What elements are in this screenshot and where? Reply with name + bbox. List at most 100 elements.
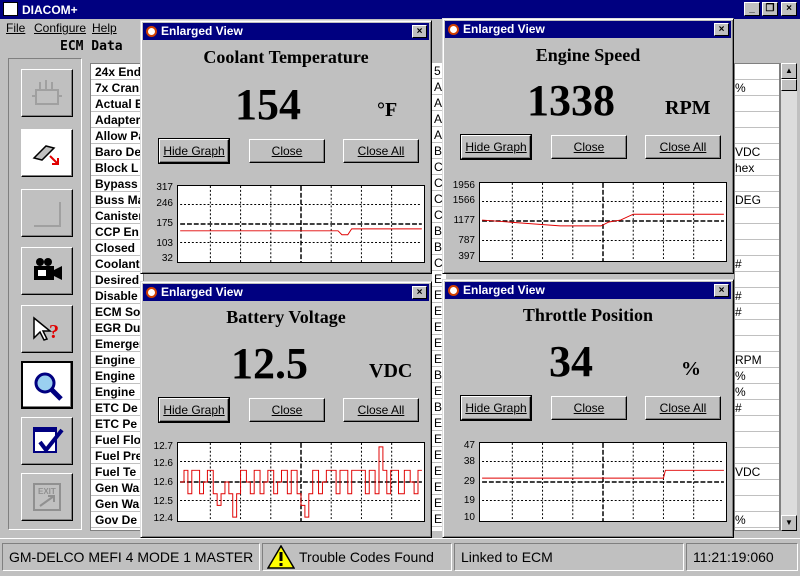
list-item[interactable]: Gen Wa	[91, 480, 143, 496]
list-item[interactable]: Engine	[91, 368, 143, 384]
list-item[interactable]: Closed	[91, 240, 143, 256]
list-unit-cell: hex	[735, 160, 779, 176]
list-item[interactable]: Canister	[91, 208, 143, 224]
blank-tool-button[interactable]	[21, 189, 73, 237]
vertical-scrollbar[interactable]: ▲ ▼	[780, 63, 797, 531]
list-item[interactable]: Coolant	[91, 256, 143, 272]
window-close-button[interactable]: ×	[412, 25, 427, 38]
restore-button[interactable]: ❐	[762, 2, 778, 16]
y-tick: 29	[463, 476, 475, 487]
list-item[interactable]: Gov De	[91, 512, 143, 528]
list-item[interactable]: Gen Wa	[91, 496, 143, 512]
list-item[interactable]: 24x End	[91, 64, 143, 80]
close-button[interactable]: Close	[249, 139, 325, 163]
engine-tool-button[interactable]	[21, 69, 73, 117]
list-item[interactable]: Actual E	[91, 96, 143, 112]
list-item[interactable]: Bypass	[91, 176, 143, 192]
list-unit-cell: VDC	[735, 464, 779, 480]
magnifier-tool-button[interactable]	[21, 361, 73, 409]
list-unit-cell	[735, 416, 779, 432]
list-item[interactable]: Buss Ma	[91, 192, 143, 208]
list-item[interactable]: Engine	[91, 384, 143, 400]
gauge-unit: %	[681, 358, 701, 380]
list-item[interactable]: 7x Cran	[91, 80, 143, 96]
list-item[interactable]: Baro De	[91, 144, 143, 160]
list-item[interactable]: Block L	[91, 160, 143, 176]
list-item[interactable]: ETC Pe	[91, 416, 143, 432]
status-link: Linked to ECM	[454, 543, 684, 571]
list-item[interactable]: Fuel Te	[91, 464, 143, 480]
list-item[interactable]: CCP En	[91, 224, 143, 240]
status-device: GM-DELCO MEFI 4 MODE 1 MASTER	[2, 543, 260, 571]
scroll-down-arrow-icon[interactable]: ▼	[781, 515, 797, 531]
connector-tool-button[interactable]	[21, 129, 73, 177]
close-button[interactable]: Close	[249, 398, 325, 422]
coolant-graph	[177, 185, 425, 263]
engine-speed-graph	[479, 182, 727, 262]
window-title-bar[interactable]: Enlarged View ×	[445, 282, 731, 299]
camera-tool-button[interactable]	[21, 247, 73, 295]
y-tick: 246	[156, 198, 173, 209]
list-unit-cell: #	[735, 400, 779, 416]
gauge-name: Engine Speed	[535, 45, 641, 65]
list-item[interactable]: ECM So	[91, 304, 143, 320]
list-item[interactable]: Fuel Pre	[91, 448, 143, 464]
close-app-button[interactable]: ×	[781, 2, 797, 16]
minimize-button[interactable]: _	[744, 2, 760, 16]
list-item[interactable]: Emerger	[91, 336, 143, 352]
exit-tool-button[interactable]: EXIT	[21, 473, 73, 521]
list-item[interactable]: Allow Pa	[91, 128, 143, 144]
list-item[interactable]: ETC De	[91, 400, 143, 416]
window-title-bar[interactable]: Enlarged View ×	[445, 21, 731, 38]
status-trouble-codes[interactable]: Trouble Codes Found	[262, 543, 452, 571]
scroll-thumb[interactable]	[781, 79, 797, 91]
hide-graph-button[interactable]: Hide Graph	[460, 395, 532, 421]
window-close-button[interactable]: ×	[412, 286, 427, 299]
tool-panel: ? EXIT	[8, 58, 82, 530]
list-item[interactable]: Engine	[91, 352, 143, 368]
window-close-button[interactable]: ×	[714, 284, 729, 297]
y-tick: 19	[463, 495, 475, 506]
warning-icon	[267, 545, 295, 569]
y-tick: 1566	[452, 195, 475, 206]
close-button[interactable]: Close	[551, 396, 627, 420]
y-tick: 12.7	[153, 441, 173, 452]
list-item[interactable]: Fuel Flo	[91, 432, 143, 448]
svg-text:?: ?	[49, 321, 59, 343]
help-icon: ?	[33, 316, 59, 343]
y-tick: 47	[463, 440, 475, 451]
list-unit-cell	[735, 432, 779, 448]
window-close-button[interactable]: ×	[714, 23, 729, 36]
list-item[interactable]: EGR Du	[91, 320, 143, 336]
list-item[interactable]: Disable	[91, 288, 143, 304]
menu-help[interactable]: Help	[92, 21, 117, 35]
y-tick: 1177	[453, 215, 475, 226]
ecm-data-list[interactable]: 24x End 7x Cran Actual E Adapter Allow Pa Bar…	[90, 63, 144, 531]
list-item[interactable]: Adapter	[91, 112, 143, 128]
status-bar: GM-DELCO MEFI 4 MODE 1 MASTER Trouble Co…	[0, 538, 800, 576]
hide-graph-button[interactable]: Hide Graph	[158, 397, 230, 423]
gauge-value: 12.5	[231, 339, 308, 388]
checklist-tool-button[interactable]	[21, 417, 73, 465]
help-tool-button[interactable]: ?	[21, 305, 73, 353]
close-all-button[interactable]: Close All	[343, 398, 419, 422]
close-all-button[interactable]: Close All	[645, 396, 721, 420]
window-title-bar[interactable]: Enlarged View ×	[143, 284, 429, 301]
close-all-button[interactable]: Close All	[343, 139, 419, 163]
menu-file[interactable]: File	[6, 21, 25, 35]
hide-graph-button[interactable]: Hide Graph	[460, 134, 532, 160]
menu-configure[interactable]: Configure	[34, 21, 86, 35]
list-item[interactable]: Desired	[91, 272, 143, 288]
list-unit-cell	[735, 240, 779, 256]
scroll-up-arrow-icon[interactable]: ▲	[781, 63, 797, 79]
window-icon	[146, 26, 157, 37]
hide-graph-button[interactable]: Hide Graph	[158, 138, 230, 164]
list-unit-cell: %	[735, 512, 779, 528]
magnifier-icon	[34, 372, 63, 401]
close-all-button[interactable]: Close All	[645, 135, 721, 159]
window-title-bar[interactable]: Enlarged View ×	[143, 23, 429, 40]
y-tick: 175	[156, 218, 173, 229]
close-button[interactable]: Close	[551, 135, 627, 159]
battery-voltage-window: Enlarged View × Battery Voltage 12.5 VDC …	[140, 281, 432, 538]
y-tick: 12.4	[153, 513, 173, 524]
